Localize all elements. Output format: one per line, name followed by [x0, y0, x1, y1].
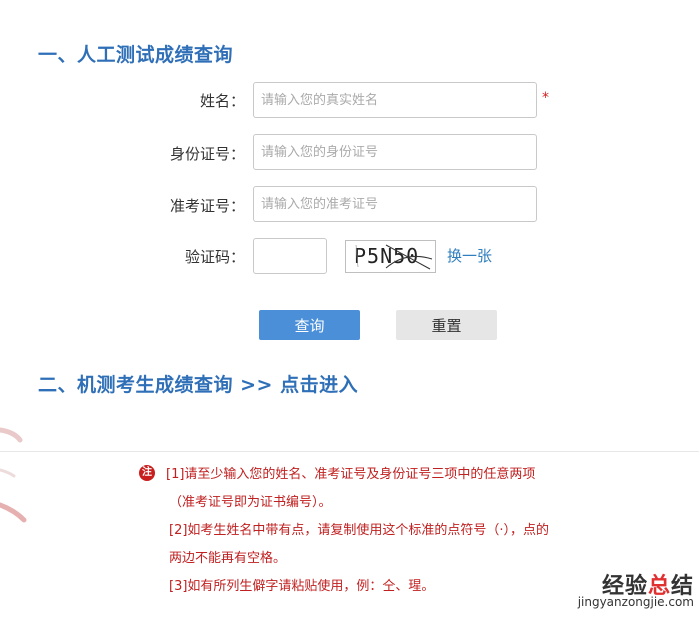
- captcha-input[interactable]: [253, 238, 327, 274]
- enter-link[interactable]: >> 点击进入: [240, 374, 358, 396]
- note-line-4: 两边不能再有空格。: [169, 551, 287, 566]
- required-mark: *: [542, 90, 549, 106]
- note-line-1: [1]请至少输入您的姓名、准考证号及身份证号三项中的任意两项: [166, 467, 536, 482]
- query-button[interactable]: 查询: [259, 310, 360, 340]
- reset-button[interactable]: 重置: [396, 310, 497, 340]
- name-input[interactable]: [253, 82, 537, 118]
- id-card-label: 身份证号：: [169, 145, 245, 163]
- refresh-captcha-link[interactable]: 换一张: [447, 245, 492, 266]
- section-title-manual: 一、人工测试成绩查询: [38, 44, 234, 66]
- captcha-text: P5N50: [354, 244, 419, 268]
- decorative-swoosh-icon: [0, 427, 27, 523]
- exam-number-input[interactable]: [253, 186, 537, 222]
- divider: [0, 451, 699, 452]
- id-card-input[interactable]: [253, 134, 537, 170]
- captcha-image[interactable]: P5N50: [345, 240, 436, 273]
- note-icon: 注: [139, 465, 155, 481]
- watermark: 经验总结 jingyanzongjie.com: [546, 568, 696, 612]
- name-label: 姓名：: [199, 92, 245, 110]
- note-line-3: [2]如考生姓名中带有点，请复制使用这个标准的点符号（·），点的: [169, 523, 550, 538]
- note-line-2: （准考证号即为证书编号）。: [169, 495, 332, 510]
- section2-title: 二、机测考生成绩查询: [38, 374, 234, 396]
- section-title-computer: 二、机测考生成绩查询 >> 点击进入: [38, 370, 358, 397]
- captcha-label: 验证码：: [184, 248, 245, 266]
- watermark-url: jingyanzongjie.com: [577, 595, 694, 609]
- exam-number-label: 准考证号：: [169, 197, 245, 215]
- note-line-5: [3]如有所列生僻字请粘贴使用，例：仝、瑆。: [169, 579, 435, 594]
